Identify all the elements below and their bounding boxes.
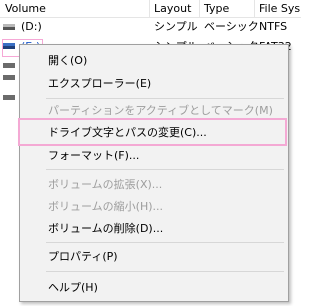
menu-separator	[46, 98, 284, 99]
disk-volume-icon	[3, 24, 15, 30]
menu-separator	[46, 169, 284, 170]
menu-separator	[46, 242, 284, 243]
volume-type: ベーシック	[204, 20, 259, 33]
disk-volume-icon	[3, 63, 15, 68]
context-menu: 開く(O) エクスプローラー(E) パーティションをアクティブとしてマーク(M)…	[19, 44, 289, 302]
volume-name: (D:)	[21, 20, 42, 33]
column-divider[interactable]	[149, 0, 150, 17]
menu-item-format[interactable]: フォーマット(F)...	[48, 149, 139, 163]
volume-layout: シンプル	[154, 20, 198, 33]
menu-item-help[interactable]: ヘルプ(H)	[48, 281, 98, 295]
highlight-box	[18, 118, 287, 146]
menu-separator	[46, 271, 284, 272]
column-header-type[interactable]: Type	[204, 2, 229, 15]
column-header-bar: Volume Layout Type File Sys	[0, 0, 301, 18]
volume-file-system: NTFS	[259, 20, 288, 33]
table-row[interactable]: (D:) シンプル ベーシック NTFS	[0, 20, 301, 33]
column-header-layout[interactable]: Layout	[154, 2, 191, 15]
column-divider[interactable]	[254, 0, 255, 17]
menu-item-mark-active: パーティションをアクティブとしてマーク(M)	[48, 104, 273, 117]
menu-item-open[interactable]: 開く(O)	[48, 54, 87, 68]
menu-item-explorer[interactable]: エクスプローラー(E)	[48, 77, 151, 91]
menu-item-properties[interactable]: プロパティ(P)	[48, 250, 118, 264]
disk-volume-icon	[3, 95, 15, 100]
disk-volume-icon	[3, 75, 15, 80]
column-header-volume[interactable]: Volume	[5, 2, 46, 15]
menu-item-extend: ボリュームの拡張(X)...	[48, 178, 163, 191]
menu-item-delete[interactable]: ボリュームの削除(D)...	[48, 222, 163, 236]
menu-item-shrink: ボリュームの縮小(H)...	[48, 200, 164, 213]
column-header-file-system[interactable]: File Sys	[259, 2, 300, 15]
column-divider[interactable]	[199, 0, 200, 17]
